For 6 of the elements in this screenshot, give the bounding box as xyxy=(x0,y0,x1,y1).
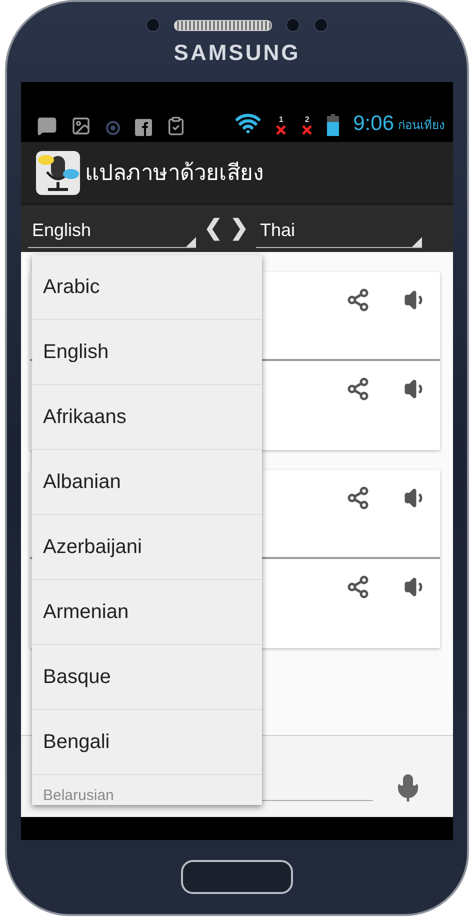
sim-number: 1 xyxy=(278,116,284,124)
app-title: แปลภาษาด้วยเสียง xyxy=(85,160,264,188)
sim-number: 2 xyxy=(304,116,310,124)
clock-period: ก่อนเที่ยง xyxy=(398,116,445,134)
brand-logo: SAMSUNG xyxy=(174,40,300,66)
clock-time: 9:06 xyxy=(353,112,394,136)
